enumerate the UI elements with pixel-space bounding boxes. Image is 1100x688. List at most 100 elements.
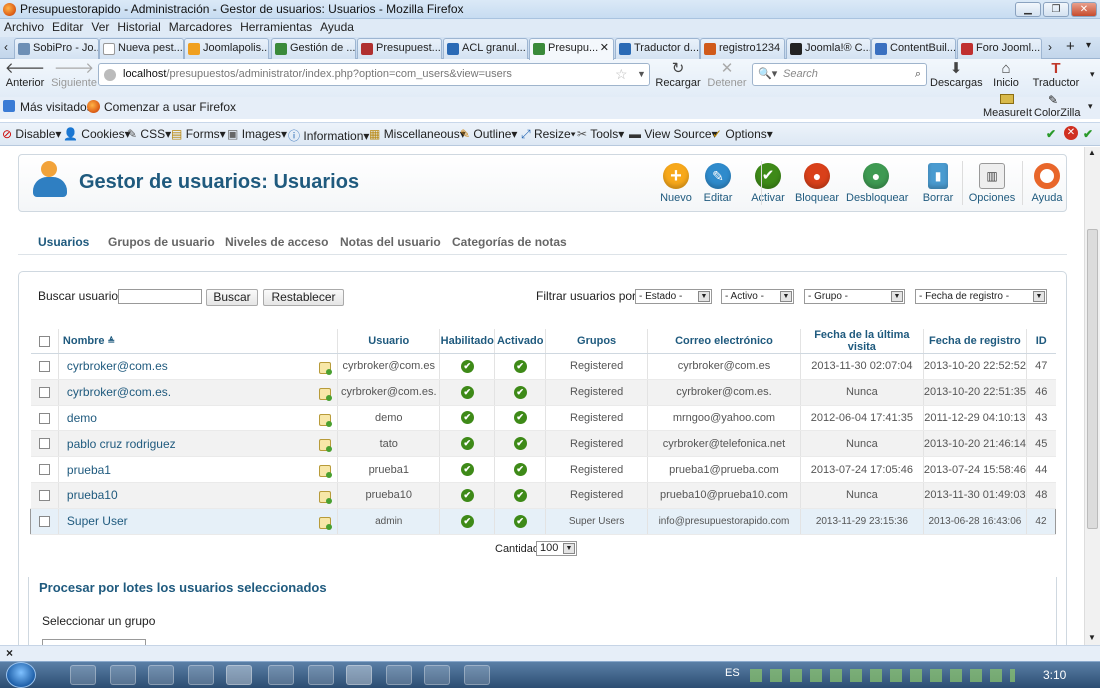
devbar-miscellaneous[interactable]: Miscellaneous▾ (384, 127, 466, 141)
menu-ver[interactable]: Ver (87, 19, 113, 36)
table-row[interactable]: demo demo ✔ ✔ Registered mrngoo@yahoo.com 2012… (30, 405, 1056, 432)
subnav-user-groups[interactable]: Grupos de usuario (108, 235, 215, 249)
activated-column-header[interactable]: Activado (494, 329, 547, 354)
list-limit-select[interactable]: 100 ▼ (536, 541, 577, 556)
css-ok-icon[interactable]: ✔ (1083, 127, 1093, 141)
help-button[interactable]: Ayuda (1022, 163, 1072, 204)
table-row[interactable]: Super User admin ✔ ✔ Super Users info@presupu… (30, 508, 1056, 535)
row-checkbox[interactable] (38, 489, 50, 501)
activated-check-icon[interactable]: ✔ (513, 514, 527, 528)
search-input[interactable]: 🔍▾ Search ⌕ (752, 63, 927, 86)
devbar-forms[interactable]: Forms▾ (186, 127, 226, 141)
taskbar-app-icon[interactable] (188, 665, 214, 685)
devbar-outline[interactable]: Outline▾ (473, 127, 517, 141)
search-icon[interactable]: ⌕ (915, 64, 921, 85)
row-checkbox[interactable] (38, 412, 50, 424)
user-name-link[interactable]: cyrbroker@com.es. (67, 385, 171, 399)
browser-tab[interactable]: Joomla!® C... (786, 38, 871, 59)
taskbar-app-icon[interactable] (226, 665, 252, 685)
last-visit-column-header[interactable]: Fecha de la última visita (800, 329, 924, 354)
enabled-check-icon[interactable]: ✔ (460, 385, 474, 399)
translator-button[interactable]: T Traductor (1030, 61, 1082, 90)
edit-button[interactable]: ✎ Editar (693, 163, 743, 204)
browser-tab[interactable]: registro1234 (700, 38, 785, 59)
state-filter-select[interactable]: - Estado - ▼ (635, 289, 712, 304)
tabs-scroll-left-icon[interactable]: ‹ (4, 40, 8, 54)
browser-tab-active[interactable]: Presupu... ✕ (529, 38, 614, 60)
taskbar-app-icon[interactable] (268, 665, 294, 685)
block-button[interactable]: ● Bloquear (792, 163, 842, 204)
start-button[interactable] (6, 662, 36, 688)
activated-check-icon[interactable]: ✔ (513, 488, 527, 502)
toolbar-overflow-icon[interactable]: ▾ (1090, 69, 1095, 80)
devbar-cookies[interactable]: Cookies▾ (81, 127, 130, 141)
menu-herramientas[interactable]: Herramientas (236, 19, 316, 36)
add-note-icon[interactable] (319, 387, 333, 401)
activated-check-icon[interactable]: ✔ (513, 463, 527, 477)
row-checkbox[interactable] (38, 386, 50, 398)
validation-ok-icon[interactable]: ✔ (1046, 127, 1056, 141)
user-name-link[interactable]: prueba1 (67, 463, 111, 477)
menu-archivo[interactable]: Archivo (0, 19, 48, 36)
forward-button[interactable]: 🡒 Siguiente (50, 61, 98, 90)
enabled-check-icon[interactable]: ✔ (460, 437, 474, 451)
add-note-icon[interactable] (319, 465, 333, 479)
devbar-images[interactable]: Images▾ (242, 127, 287, 141)
subnav-note-categories[interactable]: Categorías de notas (452, 235, 567, 249)
language-indicator[interactable]: ES (725, 667, 740, 679)
close-window-button[interactable]: ✕ (1071, 2, 1097, 17)
row-checkbox[interactable] (38, 360, 50, 372)
taskbar-app-icon[interactable] (110, 665, 136, 685)
url-dropdown-icon[interactable]: ▼ (637, 64, 646, 85)
search-engine-icon[interactable]: 🔍▾ (758, 64, 777, 85)
tab-list-icon[interactable]: ▾ (1086, 40, 1091, 51)
menu-ayuda[interactable]: Ayuda (316, 19, 358, 36)
devbar-resize[interactable]: Resize▾ (534, 127, 576, 141)
taskbar-app-icon[interactable] (308, 665, 334, 685)
colorzilla-dropdown-icon[interactable]: ▾ (1088, 101, 1093, 112)
user-name-link[interactable]: pablo cruz rodriguez (67, 437, 176, 451)
user-name-link[interactable]: cyrbroker@com.es (67, 359, 168, 373)
options-button[interactable]: ▥ Opciones (967, 163, 1017, 204)
browser-tab[interactable]: Foro Jooml... (957, 38, 1042, 59)
username-column-header[interactable]: Usuario (337, 329, 441, 354)
activate-button[interactable]: ✔ Activar (743, 163, 793, 204)
activated-check-icon[interactable]: ✔ (513, 437, 527, 451)
taskbar-firefox-icon[interactable] (346, 665, 372, 685)
taskbar-app-icon[interactable] (148, 665, 174, 685)
subnav-user-notes[interactable]: Notas del usuario (340, 235, 441, 249)
devbar-disable[interactable]: Disable▾ (15, 127, 61, 141)
search-users-input[interactable] (118, 289, 202, 304)
id-column-header[interactable]: ID (1026, 329, 1056, 354)
enabled-check-icon[interactable]: ✔ (460, 488, 474, 502)
devbar-information[interactable]: Information▾ (303, 129, 369, 143)
subnav-users[interactable]: Usuarios (38, 235, 89, 249)
taskbar-app-icon[interactable] (70, 665, 96, 685)
unblock-button[interactable]: ● Desbloquear (846, 163, 908, 204)
stop-button[interactable]: ✕ Detener (705, 61, 749, 90)
enabled-check-icon[interactable]: ✔ (460, 514, 474, 528)
email-column-header[interactable]: Correo electrónico (647, 329, 801, 354)
user-name-link[interactable]: Super User (67, 514, 128, 528)
reset-button[interactable]: Restablecer (263, 289, 344, 306)
ruler-icon[interactable] (1000, 94, 1014, 104)
enabled-check-icon[interactable]: ✔ (460, 463, 474, 477)
bookmark-most-visited[interactable]: Más visitados (20, 100, 93, 114)
enabled-column-header[interactable]: Habilitado (439, 329, 496, 354)
menu-historial[interactable]: Historial (113, 19, 164, 36)
new-tab-icon[interactable]: + (1066, 38, 1075, 55)
url-bar[interactable]: localhost/presupuestos/administrator/ind… (98, 63, 650, 86)
add-note-icon[interactable] (319, 490, 333, 504)
add-note-icon[interactable] (319, 516, 333, 530)
row-checkbox[interactable] (38, 515, 50, 527)
table-row[interactable]: prueba10 prueba10 ✔ ✔ Registered prueba10@pru… (30, 482, 1056, 509)
activated-check-icon[interactable]: ✔ (513, 411, 527, 425)
tabs-scroll-right-icon[interactable]: › (1048, 40, 1052, 54)
row-checkbox[interactable] (38, 438, 50, 450)
browser-tab[interactable]: Nueva pest... (99, 38, 184, 59)
error-icon[interactable]: ✕ (1064, 126, 1078, 140)
row-checkbox[interactable] (38, 464, 50, 476)
clock[interactable]: 3:10 (1043, 668, 1066, 682)
add-note-icon[interactable] (319, 439, 333, 453)
select-all-checkbox[interactable] (38, 335, 50, 347)
